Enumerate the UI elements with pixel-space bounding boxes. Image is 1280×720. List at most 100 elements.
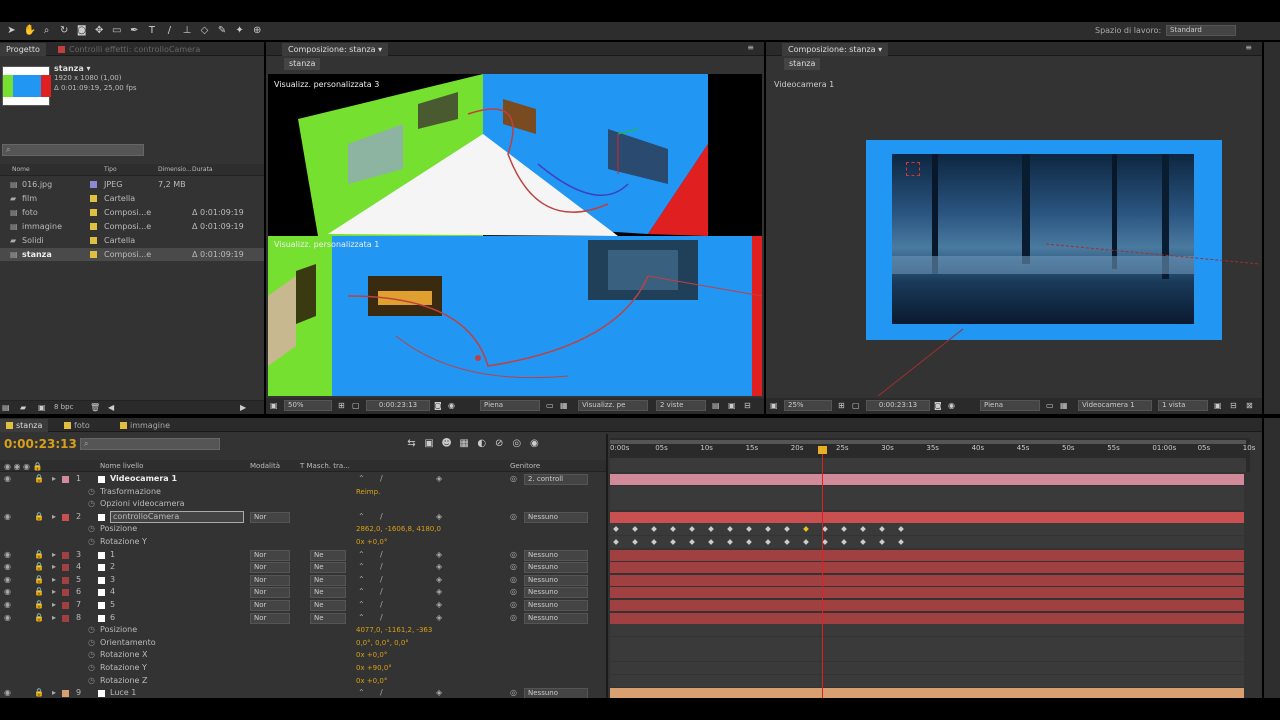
stopwatch-icon[interactable]: ◷	[88, 523, 95, 535]
col-name[interactable]: Nome	[12, 166, 30, 173]
stopwatch-icon[interactable]: ◷	[88, 675, 95, 687]
snapshot-icon[interactable]: ◙	[434, 401, 442, 410]
3d-layer-icon[interactable]: ◈	[436, 586, 442, 598]
visibility-eye-icon[interactable]: ◉	[4, 599, 11, 611]
view-layout-select[interactable]: 2 viste	[656, 400, 706, 411]
track-matte-select[interactable]: Ne	[310, 587, 346, 599]
pickwhip-icon[interactable]: ◎	[510, 612, 517, 624]
project-item[interactable]: ▤ foto Composi...e Δ 0:01:09:19	[0, 206, 264, 219]
visibility-eye-icon[interactable]: ◉	[4, 549, 11, 561]
project-item[interactable]: ▤ stanza Composi...e Δ 0:01:09:19	[0, 248, 264, 261]
comp-flowchart-icon-right[interactable]: ⊟	[1230, 401, 1237, 410]
3d-layer-icon[interactable]: ◈	[436, 511, 442, 523]
layer-duration-bar[interactable]	[610, 511, 1244, 523]
project-item[interactable]: ▰ Solidi Cartella	[0, 234, 264, 247]
fast-previews-icon-right[interactable]: ▣	[1214, 401, 1222, 410]
quality-switch-icon[interactable]: /	[380, 561, 383, 573]
layer-row[interactable]: ◉ 🔒 ▸ 6 4 Nor Ne ⌃ / ◈ ◎ Nessuno	[0, 586, 1262, 599]
visibility-eye-icon[interactable]: ◉	[4, 511, 11, 523]
snapshot-icon-right[interactable]: ◙	[934, 401, 942, 410]
pixel-aspect-icon[interactable]: ▤	[712, 401, 720, 410]
shy-switch-icon[interactable]: ⌃	[358, 612, 365, 624]
expand-triangle-icon[interactable]: ▸	[52, 511, 56, 523]
always-preview-icon[interactable]: ▣	[270, 401, 278, 410]
layer-label-color[interactable]	[62, 564, 69, 572]
shy-switch-icon[interactable]: ⌃	[358, 511, 365, 523]
property-row[interactable]: ◷ Trasformazione Reimp.	[0, 485, 1262, 498]
3d-view-select[interactable]: Visualizz. pe	[578, 400, 648, 411]
tab-composition-right[interactable]: Composizione: stanza ▾	[782, 43, 889, 56]
property-value[interactable]: 0x +0,0°	[356, 536, 387, 548]
resolution-select-right[interactable]: Piena	[980, 400, 1040, 411]
eraser-tool-icon[interactable]: ◇	[199, 25, 210, 36]
blend-mode-select[interactable]: Nor	[250, 612, 290, 624]
expand-triangle-icon[interactable]: ▸	[52, 561, 56, 573]
graph-editor-icon[interactable]: ⊘	[494, 438, 505, 449]
track-matte-select[interactable]: Ne	[310, 549, 346, 561]
pickwhip-icon[interactable]: ◎	[510, 574, 517, 586]
shy-switch-icon[interactable]: ⌃	[358, 687, 365, 698]
quality-switch-icon[interactable]: /	[380, 549, 383, 561]
parent-select[interactable]: Nessuno	[524, 688, 588, 698]
layer-row[interactable]: ◉ 🔒 ▸ 3 1 Nor Ne ⌃ / ◈ ◎ Nessuno	[0, 549, 1262, 561]
3d-layer-icon[interactable]: ◈	[436, 687, 442, 698]
show-channel-icon[interactable]: ◉	[448, 401, 455, 410]
stopwatch-icon[interactable]: ◷	[88, 498, 95, 510]
roto-tool-icon[interactable]: ✎	[217, 25, 228, 36]
tab-effect-controls[interactable]: Controlli effetti: controlloCamera	[52, 43, 242, 56]
view-layout-select-right[interactable]: 1 vista	[1158, 400, 1208, 411]
property-row[interactable]: ◷ Posizione 2862,0, -1606,8, 4180,0	[0, 523, 1262, 536]
track-matte-select[interactable]: Ne	[310, 562, 346, 574]
label-color-swatch[interactable]	[90, 223, 97, 230]
property-value[interactable]: 0x +0,0°	[356, 675, 387, 687]
label-color-swatch[interactable]	[90, 251, 97, 258]
layer-name[interactable]: 3	[110, 574, 115, 586]
visibility-eye-icon[interactable]: ◉	[4, 687, 11, 698]
shy-switch-icon[interactable]: ⌃	[358, 561, 365, 573]
property-row[interactable]: ◷ Rotazione X 0x +0,0°	[0, 649, 1262, 662]
shy-switch-icon[interactable]: ⌃	[358, 599, 365, 611]
layer-name[interactable]: 5	[110, 599, 115, 611]
hide-shy-layers-icon[interactable]: ☻	[441, 438, 452, 449]
3d-layer-icon[interactable]: ◈	[436, 574, 442, 586]
property-value[interactable]: 0x +90,0°	[356, 662, 392, 674]
navigator-bar[interactable]	[610, 458, 1246, 472]
current-time-indicator[interactable]	[822, 448, 823, 698]
blend-mode-select[interactable]: Nor	[250, 511, 290, 523]
col-duration[interactable]: Durata	[192, 166, 213, 173]
label-color-swatch[interactable]	[90, 195, 97, 202]
project-item[interactable]: ▤ immagine Composi...e Δ 0:01:09:19	[0, 220, 264, 233]
draft-3d-icon[interactable]: ▣	[424, 438, 435, 449]
custom-view-3[interactable]: Visualizz. personalizzata 3	[268, 74, 762, 236]
brainstorm-icon[interactable]: ◉	[529, 438, 540, 449]
layer-row[interactable]: ◉ 🔒 ▸ 9 Luce 1 ⌃ / ◈ ◎ Nessuno	[0, 687, 1262, 698]
parent-select[interactable]: 2. controll	[524, 474, 588, 485]
property-row[interactable]: ◷ Rotazione Y 0x +90,0°	[0, 662, 1262, 674]
blend-mode-select[interactable]: Nor	[250, 574, 290, 586]
label-color-swatch[interactable]	[90, 181, 97, 188]
zoom-select-right[interactable]: 25%	[784, 400, 832, 411]
3d-layer-icon[interactable]: ◈	[436, 561, 442, 573]
layer-name[interactable]: Videocamera 1	[110, 473, 177, 485]
custom-view-1[interactable]: Visualizz. personalizzata 1	[268, 236, 762, 396]
layer-row[interactable]: ◉ 🔒 ▸ 4 2 Nor Ne ⌃ / ◈ ◎ Nessuno	[0, 561, 1262, 574]
lock-icon[interactable]: 🔒	[34, 511, 44, 523]
hand-tool-icon[interactable]: ✋	[24, 25, 36, 36]
rectangle-tool-icon[interactable]: ▭	[111, 25, 122, 36]
region-of-interest-icon-right[interactable]: ▭	[1046, 401, 1054, 410]
quality-switch-icon[interactable]: /	[380, 687, 383, 698]
lock-icon[interactable]: 🔒	[34, 561, 44, 573]
layer-label-color[interactable]	[62, 576, 69, 584]
live-update-icon[interactable]: ◎	[511, 438, 522, 449]
safe-zones-icon-right[interactable]: ⊞	[838, 401, 845, 410]
transparency-grid-icon[interactable]: ▦	[560, 401, 568, 410]
visibility-eye-icon[interactable]: ◉	[4, 473, 11, 485]
breadcrumb-stanza[interactable]: stanza	[284, 58, 321, 70]
col-type[interactable]: Tipo	[104, 166, 117, 173]
3d-layer-icon[interactable]: ◈	[436, 473, 442, 485]
layer-duration-bar[interactable]	[610, 688, 1244, 698]
transparency-grid-icon-right[interactable]: ▦	[1060, 401, 1068, 410]
project-item[interactable]: ▰ film Cartella	[0, 192, 264, 205]
panel-menu-icon[interactable]: ≡	[747, 43, 754, 52]
brush-tool-icon[interactable]: /	[164, 25, 175, 36]
